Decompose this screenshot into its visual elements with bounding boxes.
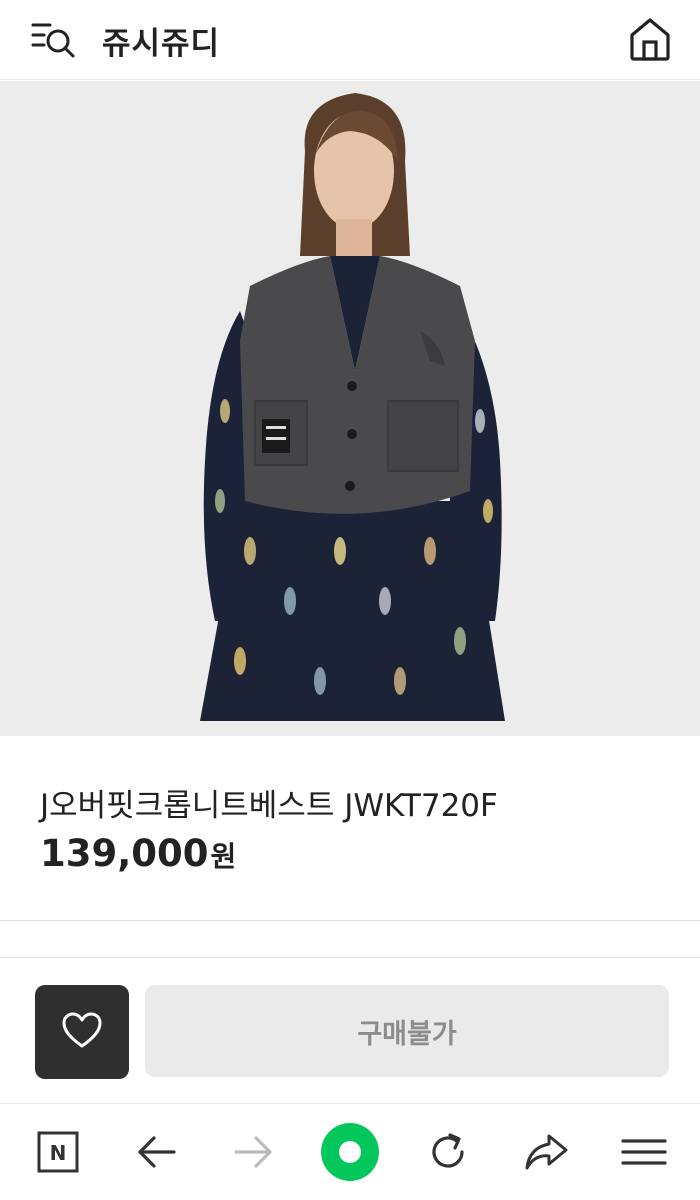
buy-button[interactable]: 구매불가 bbox=[145, 985, 669, 1077]
svg-text:N: N bbox=[50, 1141, 67, 1165]
share-icon[interactable] bbox=[516, 1122, 576, 1182]
forward-arrow-icon[interactable] bbox=[224, 1122, 284, 1182]
menu-search-icon[interactable] bbox=[30, 16, 78, 60]
heart-icon bbox=[61, 1011, 103, 1053]
hamburger-icon[interactable] bbox=[614, 1122, 674, 1182]
brand-title[interactable]: 쥬시쥬디 bbox=[102, 18, 220, 63]
app-header: 쥬시쥬디 bbox=[0, 0, 700, 80]
price-currency: 원 bbox=[210, 840, 237, 873]
product-image[interactable] bbox=[0, 81, 700, 736]
home-icon[interactable] bbox=[626, 16, 674, 62]
refresh-icon[interactable] bbox=[418, 1122, 478, 1182]
product-price: 139,000원 bbox=[40, 832, 236, 875]
divider bbox=[0, 920, 700, 921]
naver-icon[interactable]: N bbox=[28, 1122, 88, 1182]
back-arrow-icon[interactable] bbox=[126, 1122, 186, 1182]
wishlist-button[interactable] bbox=[35, 985, 129, 1079]
price-value: 139,000 bbox=[40, 832, 209, 875]
browser-nav-bar: N bbox=[0, 1103, 700, 1200]
divider bbox=[0, 957, 700, 958]
green-home-icon[interactable] bbox=[320, 1122, 380, 1182]
product-title: J오버핏크롭니트베스트 JWKT720F bbox=[40, 788, 498, 824]
